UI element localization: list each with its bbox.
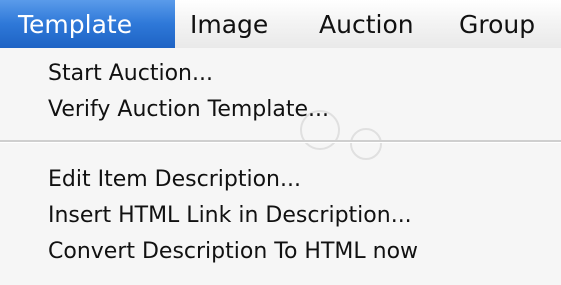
menu-item-label: Insert HTML Link in Description... bbox=[48, 203, 412, 228]
menu-group[interactable]: Group bbox=[439, 0, 561, 48]
menu-item-label: Start Auction... bbox=[48, 61, 213, 86]
menu-separator bbox=[0, 140, 561, 143]
template-dropdown-menu: Start Auction... Verify Auction Template… bbox=[0, 48, 561, 285]
menu-item-label: Verify Auction Template... bbox=[48, 97, 329, 122]
menu-auction-label: Auction bbox=[319, 9, 414, 39]
menu-item-verify-auction-template[interactable]: Verify Auction Template... bbox=[0, 92, 561, 128]
menu-image[interactable]: Image bbox=[175, 0, 300, 48]
menu-group-label: Group bbox=[459, 9, 536, 39]
menu-item-convert-description-to-html[interactable]: Convert Description To HTML now bbox=[0, 234, 561, 270]
menu-bar: Template Image Auction Group bbox=[0, 0, 561, 48]
menu-template[interactable]: Template bbox=[0, 0, 175, 48]
menu-template-label: Template bbox=[18, 9, 133, 39]
menu-item-edit-item-description[interactable]: Edit Item Description... bbox=[0, 162, 561, 198]
menu-item-label: Edit Item Description... bbox=[48, 167, 301, 192]
menu-item-start-auction[interactable]: Start Auction... bbox=[0, 56, 561, 92]
background-shape bbox=[350, 128, 382, 160]
menu-item-label: Convert Description To HTML now bbox=[48, 239, 419, 264]
menu-image-label: Image bbox=[190, 9, 269, 39]
menu-item-insert-html-link[interactable]: Insert HTML Link in Description... bbox=[0, 198, 561, 234]
menu-auction[interactable]: Auction bbox=[300, 0, 439, 48]
